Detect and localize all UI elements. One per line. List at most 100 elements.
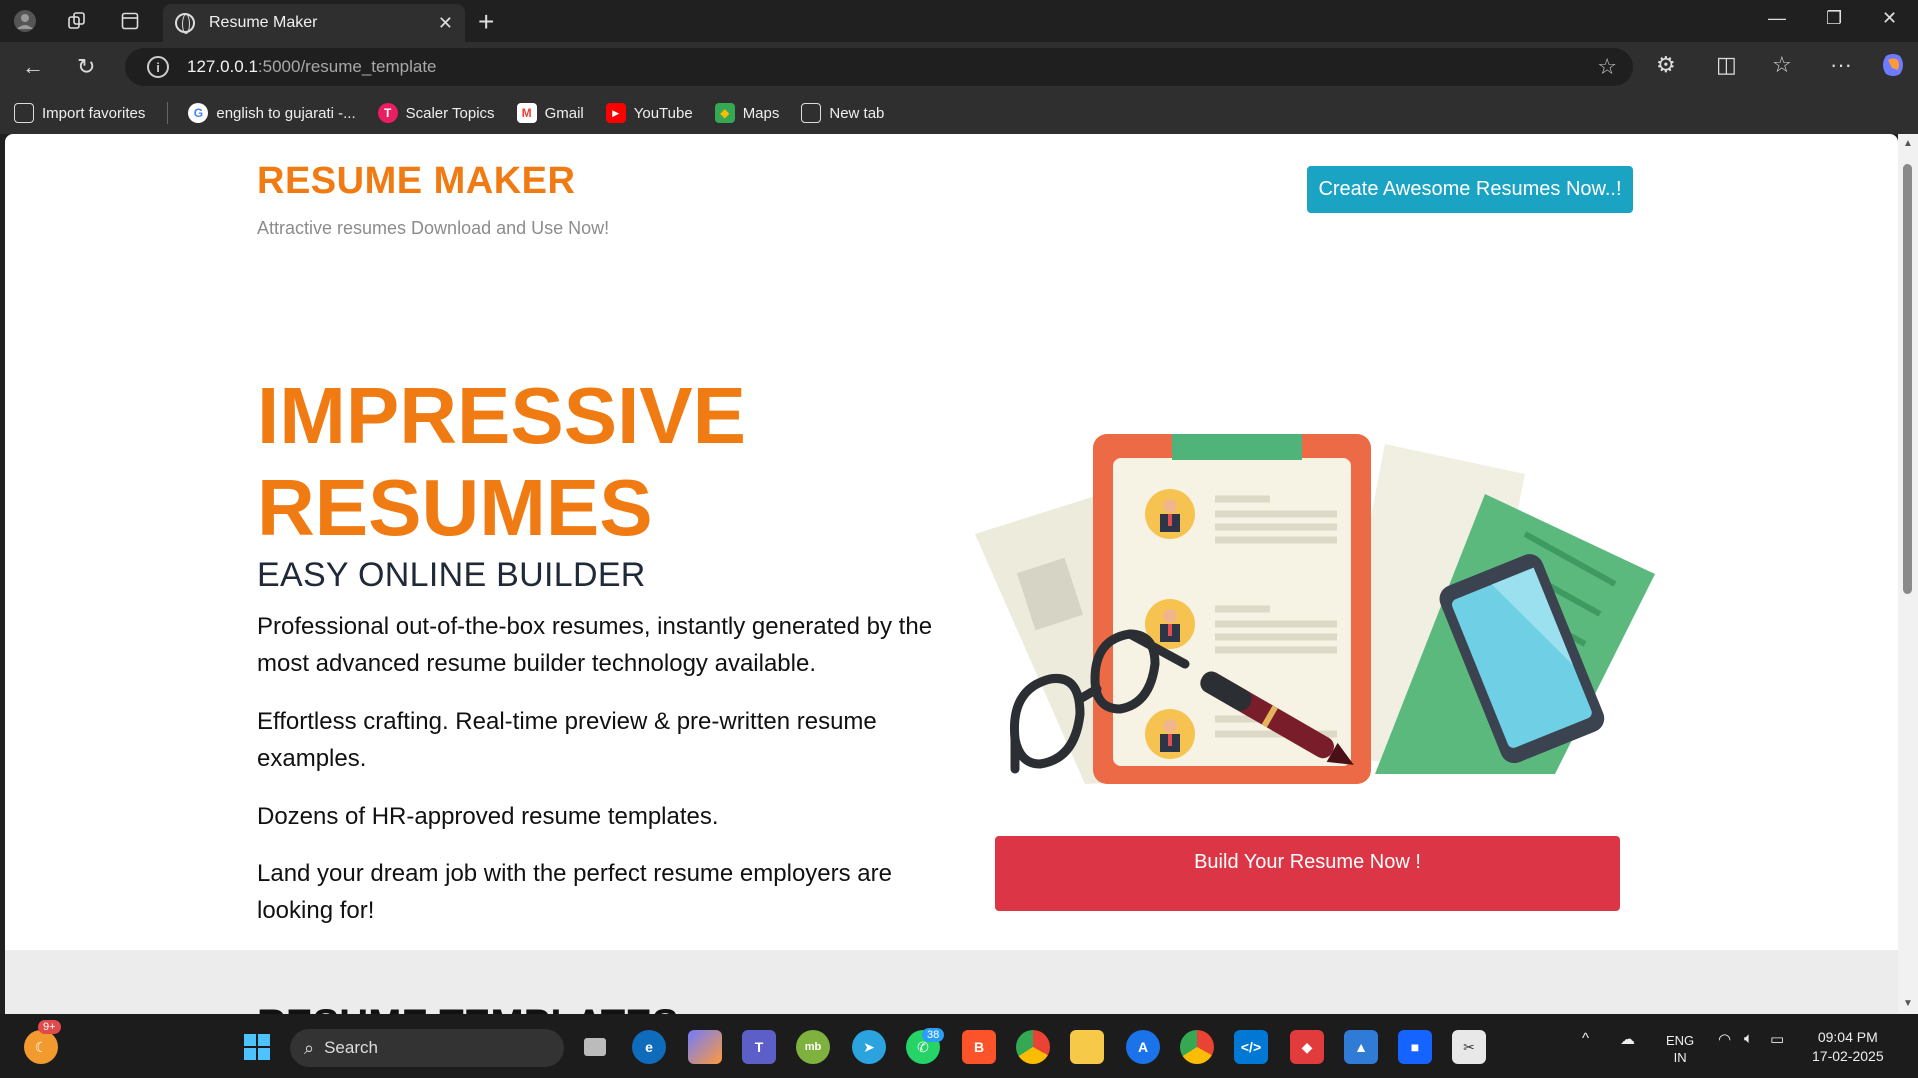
bookmark-label: Gmail <box>544 104 584 122</box>
restore-icon[interactable]: ❐ <box>1826 8 1842 29</box>
extensions-icon[interactable]: ⚙ <box>1656 52 1676 78</box>
tab-title: Resume Maker <box>209 14 318 31</box>
active-tab[interactable]: Resume Maker ✕ <box>163 4 465 42</box>
clock-time: 09:04 PM <box>1817 1029 1878 1045</box>
scroll-up-icon[interactable]: ▲ <box>1903 138 1913 149</box>
search-label: Search <box>324 1038 378 1057</box>
hero-title: IMPRESSIVE RESUMES <box>257 370 857 554</box>
hero-paragraph: Land your dream job with the perfect res… <box>257 860 892 924</box>
app-store-icon[interactable]: A <box>1126 1030 1160 1064</box>
hero-paragraph: Professional out-of-the-box resumes, ins… <box>257 613 933 677</box>
favorite-star-icon[interactable]: ☆ <box>1597 54 1617 80</box>
import-icon <box>14 103 34 123</box>
bookmark-label: Maps <box>742 104 780 122</box>
language-indicator[interactable]: ENG IN <box>1666 1032 1694 1066</box>
globe-icon <box>175 13 195 34</box>
brave-icon[interactable]: B <box>962 1030 996 1064</box>
start-menu-icon[interactable] <box>240 1030 274 1064</box>
bookmark-separator <box>167 102 169 124</box>
clock-date: 17-02-2025 <box>1812 1048 1884 1064</box>
bookmark-new-tab[interactable]: New tab <box>801 103 884 123</box>
workspaces-icon[interactable] <box>64 8 90 34</box>
windows-taskbar: ☾ 9+ ⌕ Search e T mb ➤ ✆ 38 B A </> ◆ ▲ … <box>0 1014 1918 1078</box>
split-screen-icon[interactable]: ◫ <box>1716 52 1737 78</box>
onedrive-icon[interactable]: ☁ <box>1620 1030 1635 1048</box>
templates-section-heading: RESUME TEMPLATES <box>257 1002 679 1014</box>
bookmark-label: Import favorites <box>42 104 146 122</box>
taskbar-search[interactable]: ⌕ Search <box>290 1029 564 1067</box>
close-window-icon[interactable]: ✕ <box>1882 8 1897 29</box>
planner-icon[interactable]: ■ <box>1398 1030 1432 1064</box>
create-resumes-button[interactable]: Create Awesome Resumes Now..! <box>1307 166 1633 213</box>
page-scrollbar[interactable]: ▲ ▼ <box>1898 134 1918 1014</box>
tray-overflow-icon[interactable]: ^ <box>1582 1030 1589 1047</box>
bookmarks-bar: Import favorites G english to gujarati -… <box>0 92 1918 134</box>
close-tab-icon[interactable]: ✕ <box>438 13 453 34</box>
bookmark-label: New tab <box>829 104 885 122</box>
scaler-icon: T <box>377 103 398 123</box>
chrome-icon[interactable] <box>1016 1030 1050 1064</box>
search-icon: ⌕ <box>304 1037 315 1058</box>
bookmark-label: Scaler Topics <box>405 104 495 122</box>
volume-icon[interactable]: 🔈︎ <box>1744 1030 1753 1047</box>
more-options-icon[interactable]: ··· <box>1830 52 1852 78</box>
build-resume-button[interactable]: Build Your Resume Now ! <box>995 836 1620 911</box>
edge-browser-icon[interactable]: e <box>632 1030 666 1064</box>
new-tab-icon[interactable]: + <box>478 6 494 38</box>
browser-toolbar: ← ↻ i 127.0.0.1:5000/resume_template ☆ ⚙… <box>0 42 1918 92</box>
hero-title-line2: RESUMES <box>257 463 653 552</box>
chrome-profile-icon[interactable] <box>1180 1030 1214 1064</box>
scroll-thumb[interactable] <box>1903 164 1912 594</box>
url-host: 127.0.0.1 <box>187 57 258 76</box>
bookmark-scaler-topics[interactable]: T Scaler Topics <box>377 103 495 123</box>
address-bar[interactable]: i 127.0.0.1:5000/resume_template ☆ <box>125 48 1633 86</box>
task-view-icon[interactable] <box>578 1030 612 1064</box>
tab-actions-icon[interactable] <box>117 8 143 34</box>
copilot-app-icon[interactable] <box>688 1030 722 1064</box>
taskbar-clock[interactable]: 09:04 PM 17-02-2025 <box>1812 1028 1884 1066</box>
brand-logo[interactable]: RESUME MAKER <box>257 160 575 203</box>
bookmark-import-favorites[interactable]: Import favorites <box>14 103 145 123</box>
language-code: ENG <box>1666 1033 1695 1048</box>
bookmark-label: english to gujarati -... <box>216 104 356 122</box>
browser-title-bar: Resume Maker ✕ + — ❐ ✕ <box>0 0 1918 42</box>
refresh-icon[interactable]: ↻ <box>77 54 95 80</box>
hero-paragraph: Effortless crafting. Real-time preview &… <box>257 708 877 772</box>
weather-widget-icon[interactable]: ☾ <box>24 1030 58 1064</box>
minimize-icon[interactable]: — <box>1768 8 1786 29</box>
bookmark-label: YouTube <box>633 104 693 122</box>
bookmark-english-to-gujarati[interactable]: G english to gujarati -... <box>188 103 356 123</box>
photos-icon[interactable]: ▲ <box>1344 1030 1378 1064</box>
vscode-icon[interactable]: </> <box>1234 1030 1268 1064</box>
whatsapp-badge: 38 <box>922 1028 945 1042</box>
region-code: IN <box>1673 1050 1687 1065</box>
snipping-tool-icon[interactable]: ✂ <box>1452 1030 1486 1064</box>
page-viewport: RESUME MAKER Attractive resumes Download… <box>5 134 1898 1014</box>
file-explorer-icon[interactable] <box>1070 1030 1104 1064</box>
telegram-icon[interactable]: ➤ <box>852 1030 886 1064</box>
profile-avatar-icon[interactable] <box>12 8 38 34</box>
bookmark-maps[interactable]: ◆ Maps <box>714 103 780 123</box>
copilot-icon[interactable] <box>1880 52 1906 84</box>
bookmark-youtube[interactable]: ▶ YouTube <box>605 103 693 123</box>
favorites-icon[interactable]: ☆ <box>1772 52 1792 78</box>
gmail-icon: M <box>516 103 537 123</box>
brand-tagline: Attractive resumes Download and Use Now! <box>257 218 610 238</box>
site-info-icon[interactable]: i <box>147 56 169 78</box>
google-icon: G <box>188 103 209 123</box>
youtube-icon: ▶ <box>605 103 626 123</box>
wifi-icon[interactable]: ◠ <box>1718 1030 1731 1048</box>
scroll-down-icon[interactable]: ▼ <box>1903 998 1913 1009</box>
devtool-icon[interactable]: ◆ <box>1290 1030 1324 1064</box>
teams-icon[interactable]: T <box>742 1030 776 1064</box>
new-tab-icon <box>801 103 822 123</box>
bookmark-gmail[interactable]: M Gmail <box>516 103 584 123</box>
back-icon[interactable]: ← <box>22 54 44 80</box>
mobikwik-icon[interactable]: mb <box>796 1030 830 1064</box>
hero-paragraph: Dozens of HR-approved resume templates. <box>257 803 719 830</box>
url-path: :5000/resume_template <box>257 57 437 76</box>
battery-icon[interactable]: ▭ <box>1770 1030 1784 1048</box>
hero-subtitle: EASY ONLINE BUILDER <box>257 556 646 594</box>
notification-badge: 9+ <box>38 1020 61 1034</box>
resume-clipboard-illustration <box>975 434 1655 784</box>
